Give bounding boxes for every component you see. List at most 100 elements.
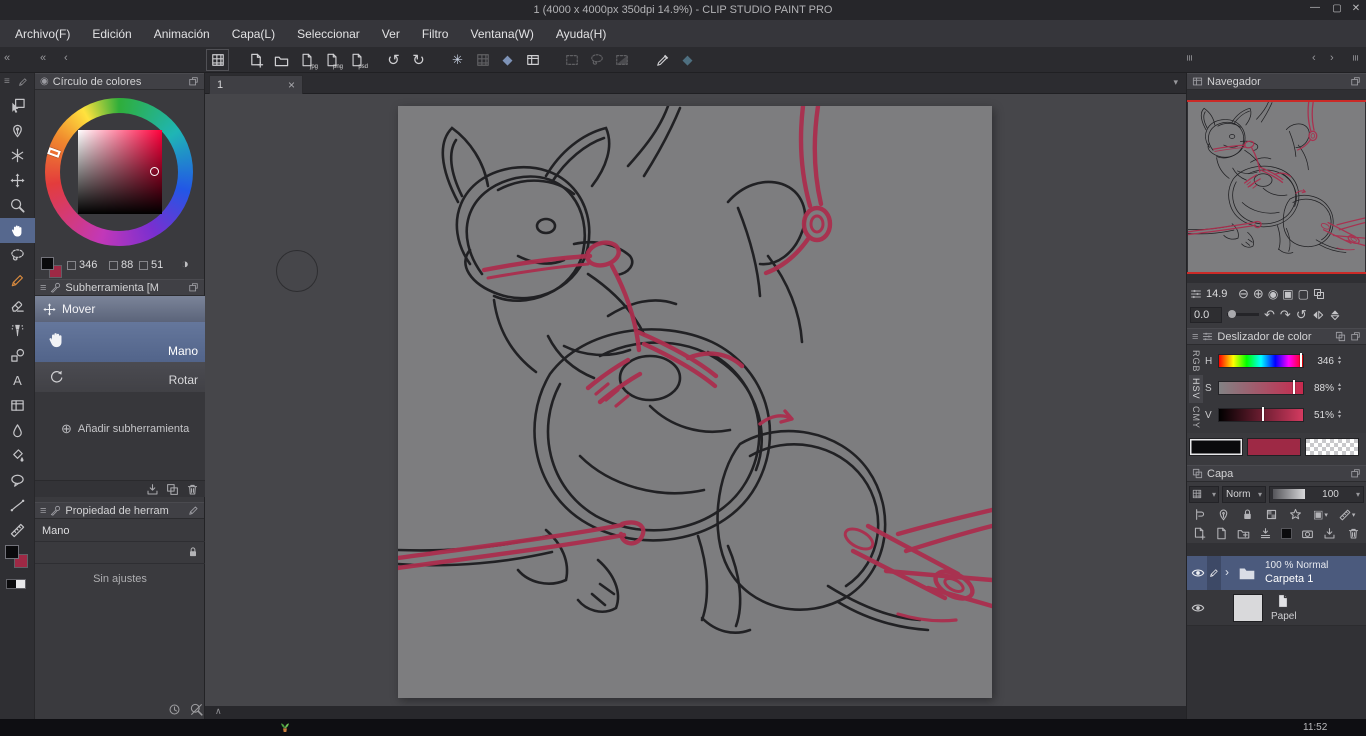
tool-decoration[interactable] [0,143,35,168]
plant-icon[interactable] [278,720,292,734]
zoom-100-icon[interactable]: ▢ [1298,287,1309,301]
rotate-ccw-icon[interactable]: ↶ [1264,307,1275,323]
tab-hsv[interactable]: HSV [1189,375,1203,403]
right-dock-grip-icon[interactable]: ≡ [1183,55,1195,61]
close-button[interactable]: ✕ [1348,3,1364,14]
subtool-import-icon[interactable] [146,483,159,496]
select-invert-button[interactable] [610,49,633,71]
tool-line-correction[interactable] [0,493,35,518]
save-png-button[interactable]: png [320,49,343,71]
menu-filtro[interactable]: Filtro [411,27,460,41]
val-spinner[interactable]: ▴▾ [1338,410,1341,420]
rotation-slider[interactable] [1227,313,1259,316]
stabilize-pen-button[interactable] [651,49,674,71]
wheel-v-value[interactable]: 51 [151,259,163,271]
color-slider-dupe-icon[interactable] [1335,331,1346,342]
tool-property-edit-icon[interactable] [188,505,199,516]
tool-zoom[interactable] [0,193,35,218]
delete-layer-icon[interactable] [1347,527,1360,540]
sat-slider[interactable] [1218,381,1304,395]
zoom-value[interactable]: 14.9 [1206,288,1234,300]
tool-selection[interactable] [0,243,35,268]
minimize-button[interactable]: — [1306,2,1324,13]
subtool-trash-icon[interactable] [186,483,199,496]
zoom-window-icon[interactable] [1313,288,1325,300]
wheel-main-color[interactable] [41,257,54,270]
blend-mode-dropdown[interactable]: Norm ▾ [1222,486,1266,503]
new-raster-layer-icon[interactable] [1193,527,1206,540]
folder-name[interactable]: Carpeta 1 [1265,573,1313,585]
tool-eraser[interactable] [0,293,35,318]
tab-cmy[interactable]: CMY [1189,403,1203,431]
sv-marker[interactable] [150,167,159,176]
document-tab[interactable]: 1 × [209,75,303,94]
tab-rgb[interactable]: RGB [1189,347,1203,375]
combine-layer-icon[interactable] [1323,527,1336,540]
tool-fill[interactable] [0,443,35,468]
subtool-duplicate-icon[interactable] [166,483,179,496]
clip-studio-button[interactable] [206,49,229,71]
rotate-cw-icon[interactable]: ↷ [1280,307,1291,323]
hue-spinner[interactable]: ▴▾ [1338,356,1341,366]
tool-frame-border[interactable] [0,393,35,418]
black-color-chip[interactable] [1189,438,1243,456]
color-wheel-popout-icon[interactable] [188,76,199,87]
toolbar-menu-icon[interactable]: ≡ [4,76,10,87]
tool-property-menu-icon[interactable]: ≡ [40,505,46,517]
paper-visibility-eye-icon[interactable] [1191,601,1205,615]
maximize-button[interactable]: ▢ [1328,3,1346,14]
menu-animacion[interactable]: Animación [143,27,221,41]
tool-airbrush[interactable] [0,318,35,343]
layer-effect-dropdown[interactable]: ▾ [1189,486,1219,503]
hue-value[interactable]: 346 [1308,356,1334,367]
panel-scroll-right-icon[interactable]: › [1330,52,1334,64]
flip-horizontal-icon[interactable] [1312,309,1324,321]
layer-row-paper[interactable]: Papel [1187,590,1366,626]
tool-text[interactable]: A [0,368,35,393]
tool-pen[interactable] [0,118,35,143]
document-tab-close-icon[interactable]: × [288,78,295,92]
rotate-reset-icon[interactable]: ↺ [1296,307,1307,323]
history-clock-icon[interactable] [168,703,181,716]
subtool-item-rotar[interactable]: Rotar [35,362,205,392]
wheel-mode-icon[interactable]: ◑ [181,256,189,271]
dock-collapse-left2-icon[interactable]: « [40,52,46,64]
dock-collapse-left-icon[interactable]: « [4,52,10,64]
sat-value[interactable]: 88% [1308,383,1334,394]
canvas-document[interactable] [398,106,992,698]
zoom-out-icon[interactable]: ⊖ [1238,286,1249,302]
toolbar-edit-icon[interactable] [18,77,28,87]
subtool-group-mover[interactable]: Mover [35,296,205,322]
no-zoom-icon[interactable] [190,703,203,716]
color-slider-menu-icon[interactable]: ≡ [1192,331,1198,343]
layer-popout-icon[interactable] [1350,468,1361,479]
lock-alpha-icon[interactable] [1265,508,1278,521]
lock-layer-icon[interactable] [1241,508,1254,521]
menu-seleccionar[interactable]: Seleccionar [286,27,371,41]
fill-command-icon[interactable]: ◆ [676,49,699,71]
save-psd-button[interactable]: psd [345,49,368,71]
folder-expander-icon[interactable]: › [1225,565,1229,579]
subtool-popout-icon[interactable] [188,282,199,293]
tool-property-lock-icon[interactable] [187,546,199,558]
collapse-commandbar-icon[interactable]: ∧ [215,706,222,717]
select-lasso-button[interactable] [585,49,608,71]
new-paper-layer-icon[interactable] [1281,528,1292,539]
snap-frame-button[interactable] [521,49,544,71]
layer-row-folder[interactable]: › 100 % Normal Carpeta 1 [1187,556,1366,590]
crimson-color-chip[interactable] [1247,438,1301,456]
new-vector-layer-icon[interactable] [1215,527,1228,540]
clip-to-layer-icon[interactable] [1193,508,1206,521]
transparent-color-chip[interactable] [1305,438,1359,456]
opacity-widget[interactable]: 100 ▾ [1269,486,1364,503]
mask-dropdown[interactable]: ▣▾ [1313,508,1328,521]
tool-figure[interactable] [0,343,35,368]
tool-ruler[interactable] [0,518,35,543]
transparent-color-swatch[interactable] [6,579,26,589]
canvas-workspace[interactable] [205,94,1186,706]
snap-grid-button[interactable] [471,49,494,71]
tool-blend[interactable] [0,418,35,443]
sat-spinner[interactable]: ▴▾ [1338,383,1341,393]
menu-capa[interactable]: Capa(L) [221,27,286,41]
navigator-thumbnail[interactable] [1188,102,1365,272]
